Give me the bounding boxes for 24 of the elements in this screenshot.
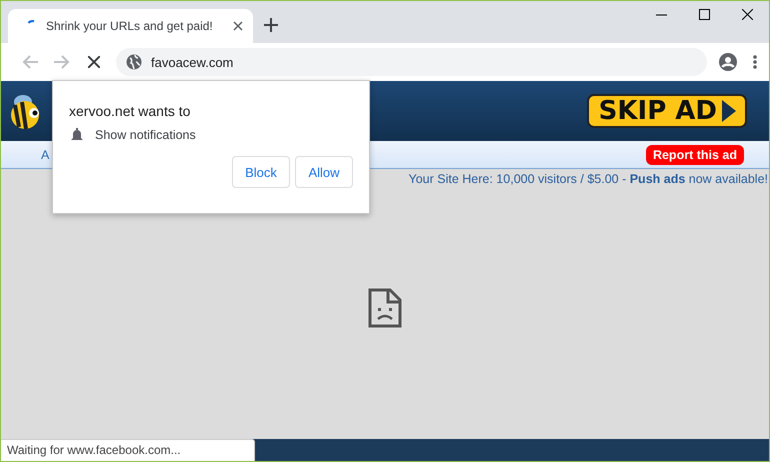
stop-icon[interactable] xyxy=(88,56,100,68)
maximize-icon[interactable] xyxy=(699,9,710,20)
bell-icon xyxy=(71,128,83,142)
close-icon[interactable] xyxy=(233,21,243,31)
prompt-title: xervoo.net wants to xyxy=(69,103,192,119)
close-window-icon[interactable] xyxy=(742,9,753,20)
skip-ad-button[interactable]: SKIP AD xyxy=(586,94,747,128)
allow-button[interactable]: Allow xyxy=(295,156,353,188)
address-bar[interactable]: favoacew.com xyxy=(116,48,707,76)
globe-icon xyxy=(126,54,142,70)
new-tab-button[interactable] xyxy=(261,15,281,35)
status-bubble: Waiting for www.facebook.com... xyxy=(1,439,255,461)
url-text: favoacew.com xyxy=(151,54,234,70)
profile-icon[interactable] xyxy=(719,53,737,71)
sad-page-icon xyxy=(368,288,402,328)
menu-icon[interactable] xyxy=(753,55,757,69)
block-button[interactable]: Block xyxy=(232,156,290,188)
nav-link[interactable]: A xyxy=(41,148,50,162)
browser-tab[interactable]: Shrink your URLs and get paid! xyxy=(8,9,253,43)
play-triangle-icon xyxy=(721,99,737,123)
ad-banner-text: Your Site Here: 10,000 visitors / $5.00 - Push ads now available! xyxy=(408,171,769,186)
permission-request: Show notifications xyxy=(95,128,196,142)
report-ad-button[interactable]: Report this ad xyxy=(646,144,744,164)
tab-title: Shrink your URLs and get paid! xyxy=(46,19,214,33)
